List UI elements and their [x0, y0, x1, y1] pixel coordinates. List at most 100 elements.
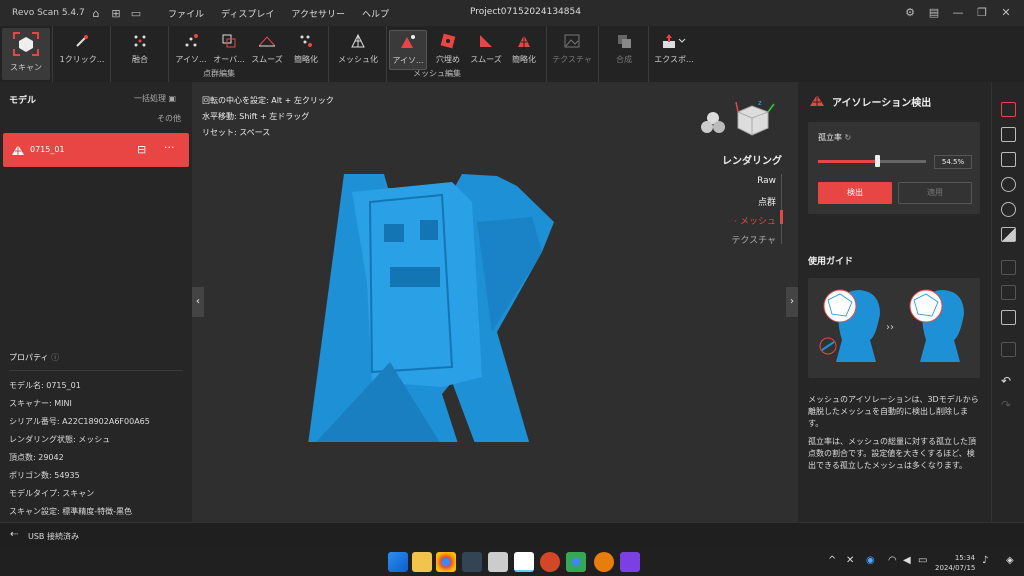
other-button[interactable]: その他: [157, 113, 181, 124]
texture-button[interactable]: テクスチャ: [550, 30, 594, 70]
mesh-label: メッシュ化: [338, 55, 378, 64]
clipchamp-icon[interactable]: [620, 552, 640, 572]
app-icon[interactable]: [462, 552, 482, 572]
undo-icon[interactable]: ↶: [1001, 374, 1011, 388]
merge-label: 合成: [616, 55, 632, 64]
mode-mesh[interactable]: · メッシュ: [734, 214, 776, 227]
chrome-2-icon[interactable]: [566, 552, 586, 572]
mesh-model-icon: [12, 145, 24, 155]
lighting-icon[interactable]: [700, 110, 726, 136]
settings-icon[interactable]: ⚙: [898, 3, 922, 23]
select-icon[interactable]: [1001, 102, 1016, 117]
info-icon[interactable]: ⓘ: [51, 353, 59, 362]
powerpoint-icon[interactable]: [540, 552, 560, 572]
close-button[interactable]: ✕: [994, 3, 1018, 23]
model-list-item[interactable]: 0715_01 ⊟ ···: [3, 133, 189, 167]
polygon-select-icon[interactable]: [1001, 152, 1016, 167]
crop-icon[interactable]: [1001, 285, 1016, 300]
mode-raw[interactable]: Raw: [757, 176, 776, 186]
guide-illustration: ››: [819, 289, 964, 362]
3d-viewport[interactable]: 回転の中心を設定: Alt + 左クリック 水平移動: Shift + 左ドラッ…: [192, 82, 798, 522]
delete-select-icon[interactable]: [1001, 260, 1016, 275]
merge-button[interactable]: 合成: [604, 30, 644, 70]
pc-simplify-button[interactable]: 簡略化: [288, 30, 324, 70]
detect-button[interactable]: 検出: [818, 182, 892, 204]
simplify-icon: [300, 35, 312, 47]
scan-icon: [13, 32, 39, 56]
new-project-icon[interactable]: ⊞: [106, 3, 126, 23]
mesh-simplify-button[interactable]: 簡略化: [506, 30, 542, 70]
home-icon[interactable]: ⌂: [86, 3, 106, 23]
mesh-simplify-icon: [518, 35, 530, 47]
notes-icon[interactable]: ▤: [922, 3, 946, 23]
blender-icon[interactable]: [594, 552, 614, 572]
one-click-button[interactable]: 1クリック...: [56, 30, 108, 70]
menu-file[interactable]: ファイル: [168, 7, 204, 20]
tool-icon[interactable]: [488, 552, 508, 572]
fill-holes-icon: [440, 33, 456, 49]
batch-process-button[interactable]: 一括処理 ▣: [134, 93, 176, 104]
apply-button[interactable]: 適用: [898, 182, 972, 204]
battery-icon[interactable]: ▭: [918, 555, 927, 566]
mode-texture[interactable]: テクスチャ: [731, 233, 776, 246]
volume-icon[interactable]: ◀: [903, 555, 911, 566]
tray-x-icon[interactable]: ✕: [846, 555, 854, 566]
prop-vertices: 頂点数: 29042: [9, 453, 64, 462]
3d-mesh-model[interactable]: [292, 162, 572, 442]
mode-track: [781, 174, 782, 244]
refresh-icon[interactable]: ↻: [845, 133, 852, 142]
export-button[interactable]: エクスポ...: [652, 30, 696, 70]
more-options-icon[interactable]: ···: [164, 141, 175, 154]
guide-image: ››: [808, 278, 980, 378]
group-mesh-edit: メッシュ編集: [413, 69, 461, 78]
fusion-button[interactable]: 融合: [120, 30, 160, 70]
prop-model-name: モデル名: 0715_01: [9, 381, 81, 390]
rectangle-select-icon[interactable]: [1001, 127, 1016, 142]
notification-bell-icon[interactable]: ♪: [982, 555, 988, 566]
menu-display[interactable]: ディスプレイ: [221, 7, 274, 20]
view-cube[interactable]: z: [732, 98, 778, 138]
invert-select-icon[interactable]: [1001, 227, 1016, 242]
pc-isolation-button[interactable]: アイソ...: [172, 30, 210, 70]
ratio-value-input[interactable]: 54.5%: [934, 155, 972, 169]
brush-select-icon[interactable]: [1001, 202, 1016, 217]
menu-accessory[interactable]: アクセサリー: [291, 7, 345, 20]
mesh-smooth-label: スムーズ: [470, 55, 502, 64]
mode-point-cloud[interactable]: 点群: [758, 195, 776, 208]
mesh-button[interactable]: メッシュ化: [336, 30, 380, 70]
collapse-left-button[interactable]: ‹: [192, 287, 204, 317]
mesh-isolation-button[interactable]: アイソ...: [389, 30, 427, 70]
menu-help[interactable]: ヘルプ: [362, 7, 389, 20]
widgets-icon[interactable]: ◈: [1006, 555, 1014, 566]
wifi-icon[interactable]: ◠: [888, 555, 897, 566]
prop-scanner: スキャナー: MINI: [9, 399, 72, 408]
minimize-button[interactable]: —: [946, 3, 970, 23]
fill-holes-button[interactable]: 穴埋め: [430, 30, 466, 70]
revo-scan-icon[interactable]: [514, 552, 534, 572]
ratio-slider-handle[interactable]: [875, 155, 880, 167]
pc-overlap-button[interactable]: オーバ...: [210, 30, 248, 70]
maximize-button[interactable]: ❐: [970, 3, 994, 23]
explorer-icon[interactable]: [412, 552, 432, 572]
collapse-right-button[interactable]: ›: [786, 287, 798, 317]
tray-chevron-icon[interactable]: ^: [828, 555, 836, 566]
film-icon[interactable]: ⊟: [137, 143, 146, 156]
svg-text:››: ››: [886, 322, 894, 333]
export-icon: [663, 34, 686, 48]
pc-smooth-button[interactable]: スムーズ: [248, 30, 286, 70]
start-icon[interactable]: [388, 552, 408, 572]
folder-icon[interactable]: ▭: [126, 3, 146, 23]
isolation-tool-icon: [810, 95, 824, 106]
tray-app-icon[interactable]: ◉: [866, 555, 875, 566]
description-2: 孤立率は、メッシュの総量に対する孤立した頂点数の割合です。設定値を大きくするほど…: [808, 437, 976, 470]
scan-button[interactable]: スキャン: [2, 28, 50, 80]
chrome-icon[interactable]: [436, 552, 456, 572]
mesh-smooth-button[interactable]: スムーズ: [466, 30, 506, 70]
clock[interactable]: 15:34 2024/07/15: [935, 553, 975, 573]
ratio-label: 孤立率 ↻: [818, 133, 852, 142]
lasso-select-icon[interactable]: [1001, 177, 1016, 192]
redo-icon[interactable]: ↷: [1001, 398, 1011, 412]
hint-rotate: 回転の中心を設定: Alt + 左クリック: [202, 96, 334, 105]
copy-icon[interactable]: [1001, 310, 1016, 325]
trash-icon[interactable]: [1001, 342, 1016, 357]
